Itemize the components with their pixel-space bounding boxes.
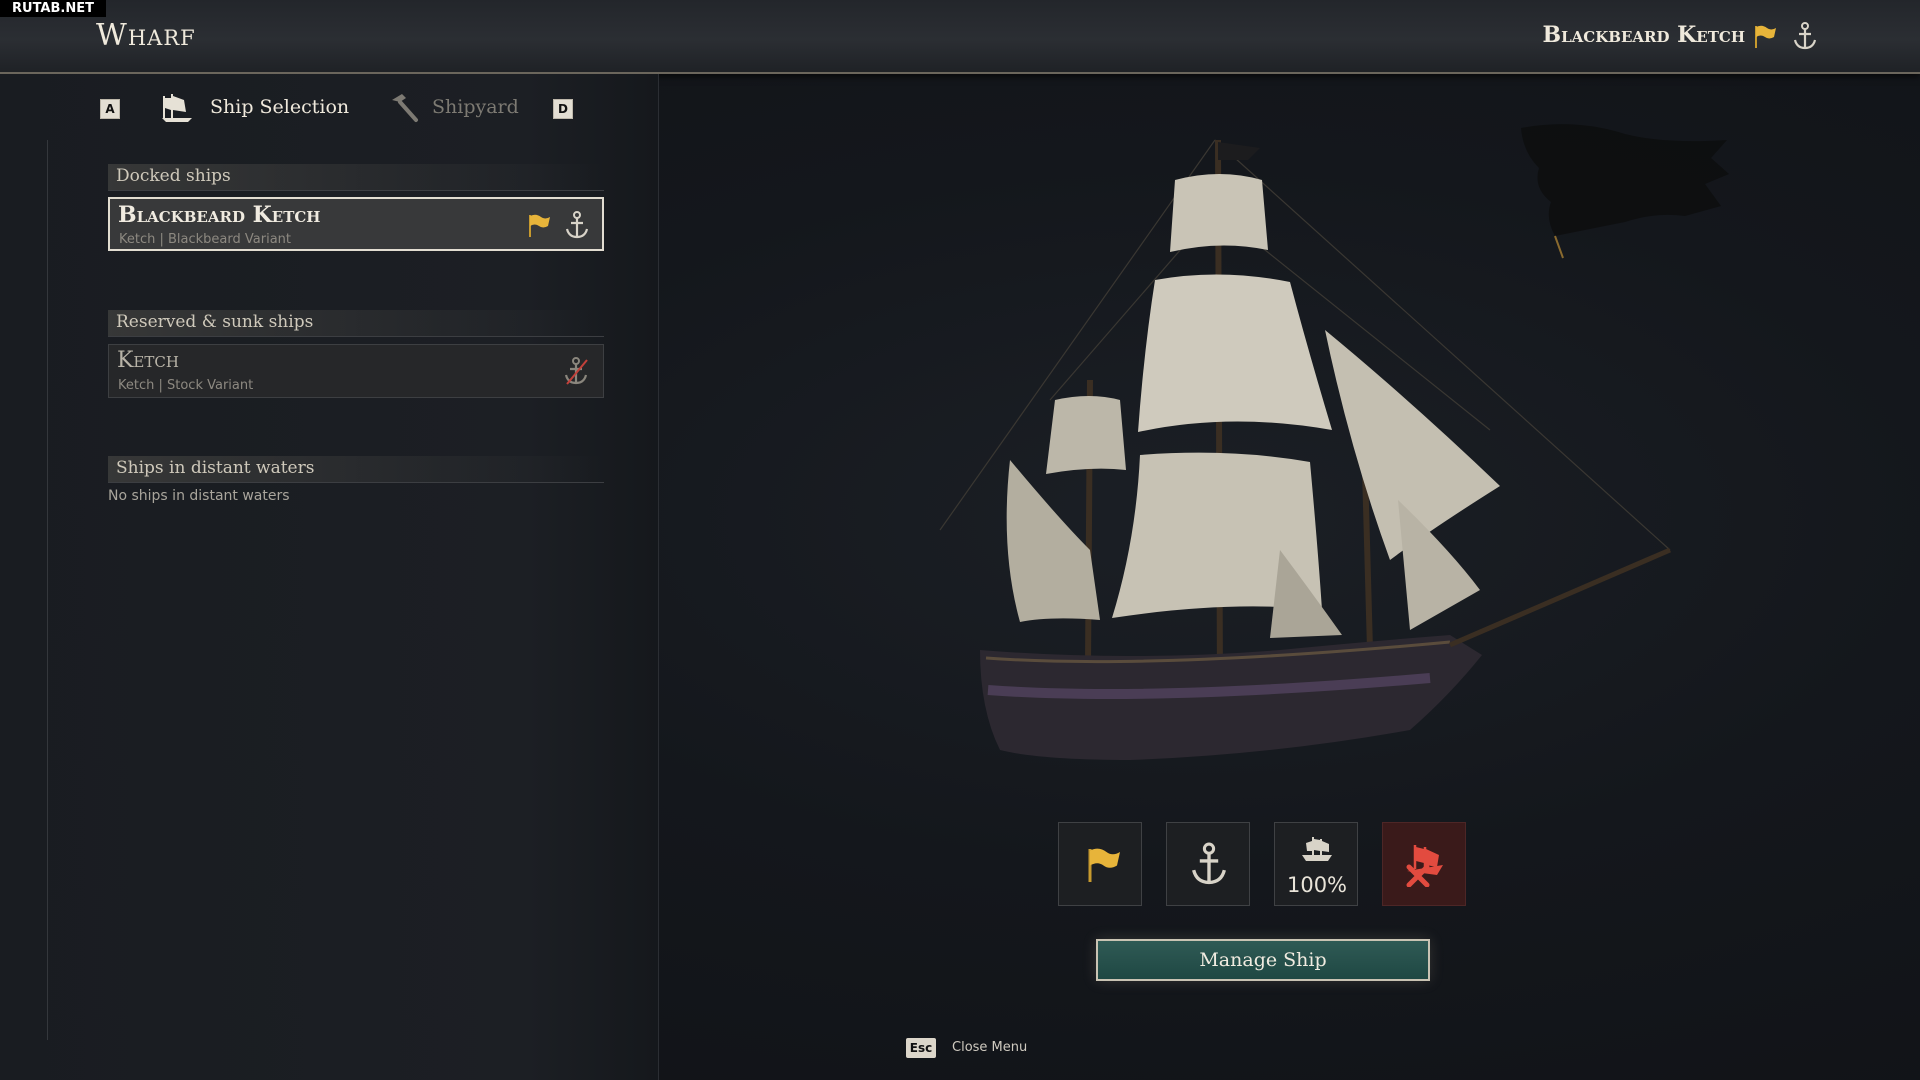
tab-ship-selection[interactable]: Ship Selection [210,96,349,118]
section-docked-header: Docked ships [108,164,604,191]
ship-card-ketch[interactable]: Ketch Ketch | Stock Variant [108,344,604,398]
set-flagship-button[interactable] [1058,822,1142,906]
ship-icon [162,94,192,122]
ship-illustration [939,139,1671,760]
active-ship-name: Blackbeard Ketch [1542,22,1745,48]
anchor-icon [565,211,589,239]
flag-icon [1088,848,1120,882]
scuttle-ship-button[interactable] [1382,822,1466,906]
ship-subtitle: Ketch | Blackbeard Variant [119,232,292,247]
next-tab-key[interactable]: D [553,99,573,119]
dock-ship-button[interactable] [1166,822,1250,906]
scuttle-ship-icon [1406,845,1443,887]
close-menu-label[interactable]: Close Menu [952,1038,1027,1058]
ship-name: Blackbeard Ketch [118,202,321,228]
manage-ship-button[interactable]: Manage Ship [1096,939,1430,981]
close-menu-key[interactable]: Esc [906,1038,936,1058]
anchor-disabled-icon [564,357,588,385]
section-distant-header: Ships in distant waters [108,456,604,483]
distant-empty-text: No ships in distant waters [108,488,290,504]
tab-shipyard[interactable]: Shipyard [432,96,519,118]
prev-tab-key[interactable]: A [100,99,120,119]
panel-divider [47,140,48,1040]
ship-card-blackbeard-ketch[interactable]: Blackbeard Ketch Ketch | Blackbeard Vari… [108,197,604,251]
section-distant-label: Ships in distant waters [116,458,315,478]
ship-subtitle: Ketch | Stock Variant [118,378,254,393]
ship-name: Ketch [117,348,179,373]
flag-icon [529,214,550,237]
page-title: Wharf [96,18,196,53]
anchor-icon [1793,22,1817,50]
watermark: RUTAB.NET [0,0,106,17]
flag-icon [1755,25,1776,48]
repair-value: 100% [1286,873,1348,897]
section-docked-label: Docked ships [116,166,231,186]
anchor-icon [1192,842,1226,885]
section-reserved-header: Reserved & sunk ships [108,310,604,337]
ship-repair-status[interactable]: 100% [1274,822,1358,906]
section-reserved-label: Reserved & sunk ships [116,312,314,332]
hammer-icon [392,94,418,122]
ship-icon [1302,837,1332,861]
